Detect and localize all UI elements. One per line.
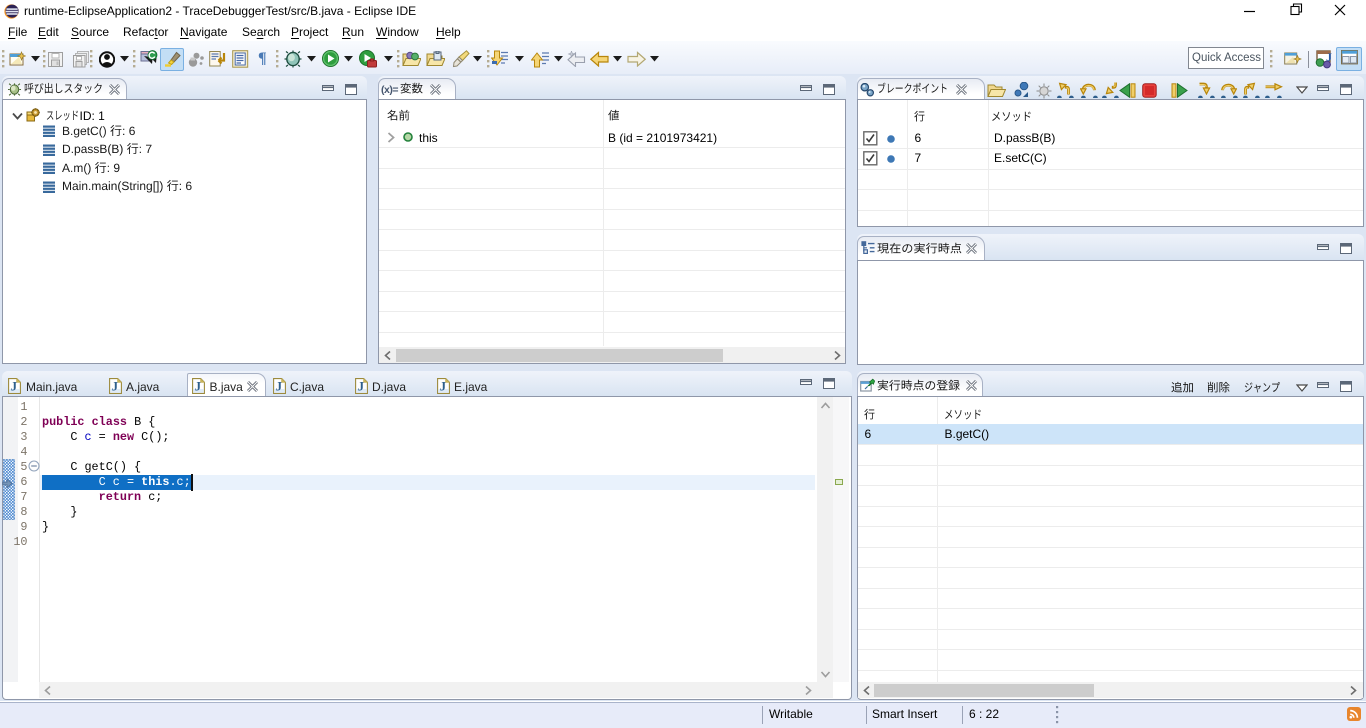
svg-text:J: J xyxy=(276,380,282,394)
svg-text:J: J xyxy=(440,380,446,394)
svg-text:J: J xyxy=(195,380,201,394)
svg-text:J: J xyxy=(112,380,118,394)
svg-text:J: J xyxy=(11,380,17,394)
svg-text:J: J xyxy=(358,380,364,394)
